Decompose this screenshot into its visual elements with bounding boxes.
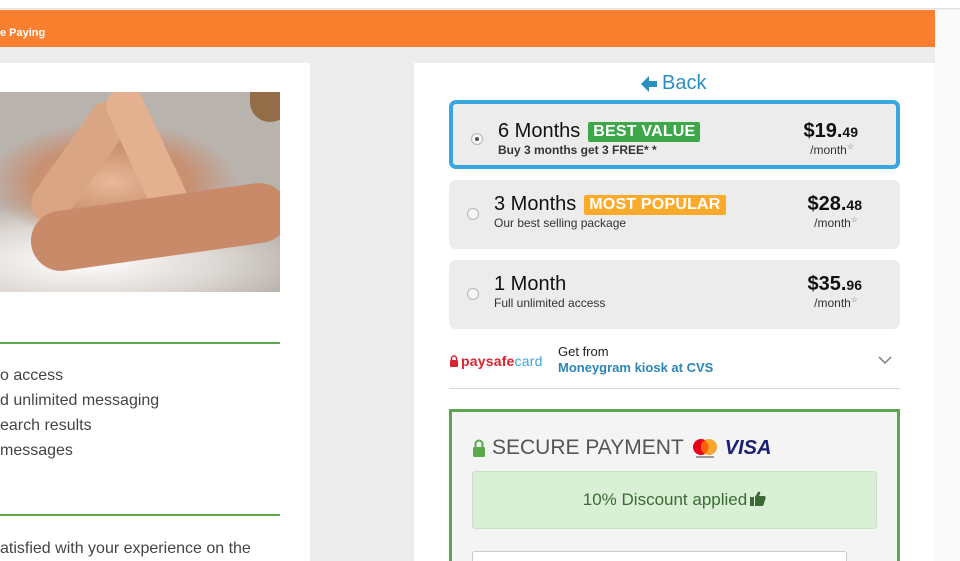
chevron-down-icon[interactable] <box>878 355 892 365</box>
paysafe-location: Moneygram kiosk at CVS <box>558 360 714 375</box>
plan-subtitle: Full unlimited access <box>494 296 606 310</box>
mastercard-icon <box>692 439 717 458</box>
plan-radio[interactable] <box>471 133 483 145</box>
plan-price: $28.48 <box>807 193 862 215</box>
secure-payment-box: SECURE PAYMENT VISA 10% Discount applied <box>449 409 900 561</box>
plan-name: 3 Months <box>494 193 577 215</box>
feature-item: earch results <box>0 417 92 434</box>
plan-price: $19.49 <box>803 120 858 142</box>
card-number-input[interactable] <box>472 551 847 561</box>
divider <box>0 514 280 516</box>
browser-top-strip <box>0 0 960 9</box>
hero-photo <box>0 92 280 292</box>
most-popular-badge: MOST POPULAR <box>584 194 726 215</box>
best-value-badge: BEST VALUE <box>588 121 701 142</box>
feature-item: messages <box>0 442 73 459</box>
page-gutter <box>935 10 960 561</box>
discount-notice: 10% Discount applied <box>472 471 877 529</box>
plan-name: 1 Month <box>494 273 567 295</box>
divider <box>0 342 280 344</box>
visa-logo: VISA <box>724 436 772 459</box>
plan-radio[interactable] <box>467 208 479 220</box>
arrow-left-icon <box>641 75 657 92</box>
back-link[interactable]: Back <box>640 72 706 95</box>
discount-text: 10% Discount applied <box>582 490 748 509</box>
secure-payment-title: SECURE PAYMENT <box>492 436 684 459</box>
plan-per-month: /month☆ <box>810 142 854 157</box>
feature-item: o access <box>0 367 64 384</box>
plan-3-months[interactable]: 3 Months MOST POPULAR Our best selling p… <box>449 180 900 249</box>
plan-name: 6 Months <box>498 120 581 142</box>
back-label: Back <box>662 72 707 94</box>
top-banner: e Paying <box>0 10 935 47</box>
satisfaction-text: atisfied with your experience on the <box>0 540 251 557</box>
banner-text: e Paying <box>0 27 46 39</box>
plan-1-month[interactable]: 1 Month Full unlimited access $35.96 /mo… <box>449 260 900 329</box>
feature-item: d unlimited messaging <box>0 392 160 409</box>
plan-per-month: /month☆ <box>814 215 858 230</box>
paysafecard-option[interactable]: paysafe card Get from Moneygram kiosk at … <box>449 335 900 389</box>
plan-per-month: /month☆ <box>814 295 858 310</box>
thumbs-up-icon <box>750 491 766 506</box>
plan-radio[interactable] <box>467 288 479 300</box>
plan-subtitle: Our best selling package <box>494 216 627 230</box>
feature-list: o access d unlimited messaging earch res… <box>0 367 159 467</box>
plan-6-months[interactable]: 6 Months BEST VALUE Buy 3 months get 3 F… <box>449 100 900 169</box>
left-panel: o access d unlimited messaging earch res… <box>0 63 310 561</box>
paysafe-get-from: Get from <box>558 344 609 359</box>
checkout-panel: Back 6 Months BEST VALUE Buy 3 months ge… <box>414 63 935 561</box>
lock-icon <box>473 439 485 457</box>
paysafecard-logo: paysafe card <box>449 353 543 369</box>
plan-subtitle: Buy 3 months get 3 FREE* * <box>498 143 657 157</box>
plan-price: $35.96 <box>807 273 862 295</box>
lock-icon <box>450 355 458 367</box>
